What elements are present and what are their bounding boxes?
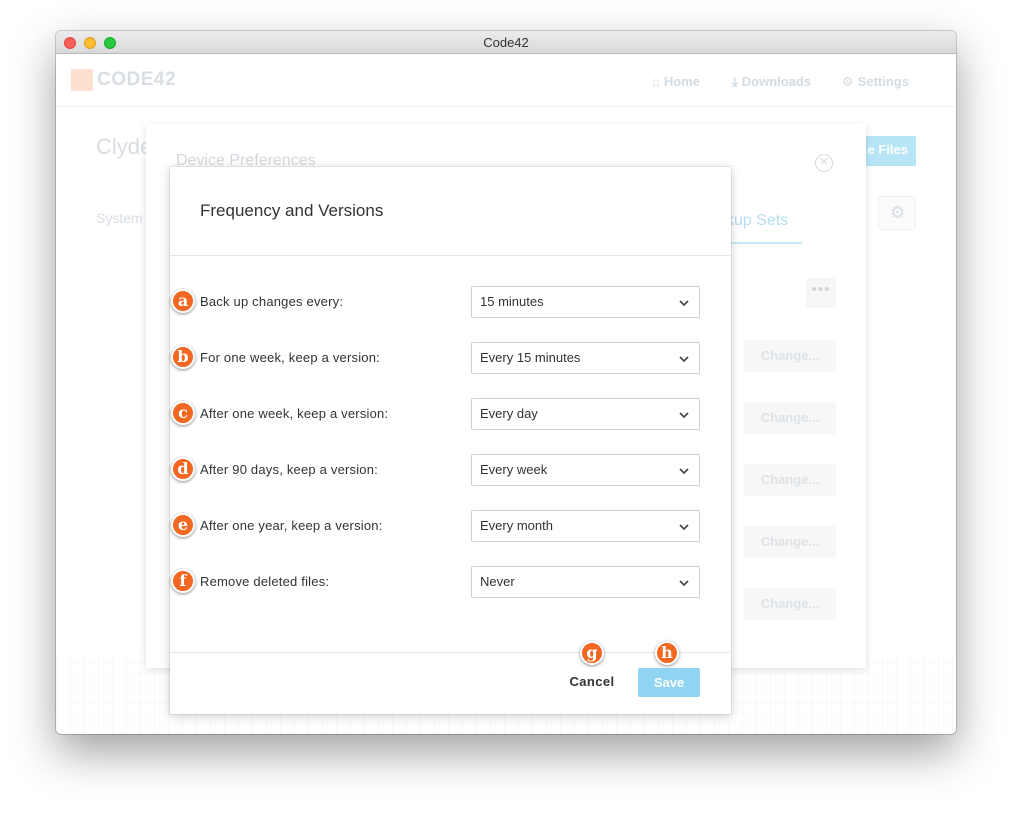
select-value: Every week [480, 462, 548, 477]
dialog-header: Frequency and Versions [170, 167, 731, 256]
more-button[interactable]: ••• [806, 278, 836, 308]
dialog-footer-divider [170, 652, 731, 653]
app-header: CODE42 ⌂ Home ⤓ Downloads ⚙ Settings [56, 54, 956, 107]
nav-home[interactable]: ⌂ Home [652, 74, 700, 89]
change-button[interactable]: Change... [744, 464, 836, 496]
after-one-year-version-select[interactable]: Every month [471, 510, 700, 542]
settings-icon: ⚙ [842, 74, 854, 89]
change-button[interactable]: Change... [744, 340, 836, 372]
home-icon: ⌂ [652, 74, 660, 89]
callout-marker-d: d [171, 457, 195, 481]
after-one-week-version-label: After one week, keep a version: [200, 406, 389, 421]
chevron-down-icon [679, 468, 689, 475]
cancel-button[interactable]: Cancel [562, 672, 622, 692]
device-name: Clyde [96, 134, 153, 159]
download-icon: ⤓ [732, 74, 738, 89]
nav-settings-label: Settings [857, 74, 909, 89]
callout-marker-f: f [171, 569, 195, 593]
one-week-version-select[interactable]: Every 15 minutes [471, 342, 700, 374]
dialog-title: Frequency and Versions [200, 201, 384, 220]
callout-marker-b: b [171, 345, 195, 369]
chevron-down-icon [679, 356, 689, 363]
chevron-down-icon [679, 300, 689, 307]
nav-downloads-label: Downloads [741, 74, 812, 89]
save-button[interactable]: Save [638, 668, 700, 697]
frequency-versions-dialog: Frequency and Versions Back up changes e… [170, 167, 731, 714]
backup-frequency-label: Back up changes every: [200, 294, 344, 309]
one-week-version-label: For one week, keep a version: [200, 350, 380, 365]
callout-marker-a: a [171, 289, 195, 313]
change-button[interactable]: Change... [744, 526, 836, 558]
after-90-days-version-select[interactable]: Every week [471, 454, 700, 486]
files-button[interactable]: e Files [858, 136, 916, 166]
callout-marker-g: g [580, 641, 604, 665]
tab-underline [726, 242, 802, 244]
callout-marker-e: e [171, 513, 195, 537]
change-button[interactable]: Change... [744, 588, 836, 620]
after-one-week-version-select[interactable]: Every day [471, 398, 700, 430]
remove-deleted-files-label: Remove deleted files: [200, 574, 330, 589]
chevron-down-icon [679, 524, 689, 531]
device-settings-button[interactable]: ⚙ [878, 196, 916, 230]
gear-icon: ⚙ [890, 203, 906, 222]
callout-marker-c: c [171, 401, 195, 425]
close-icon[interactable]: ✕ [815, 154, 833, 172]
select-value: 15 minutes [480, 294, 544, 309]
tab-backup-sets[interactable]: kup Sets [726, 212, 788, 230]
tab-system[interactable]: System [96, 210, 143, 226]
select-value: Every 15 minutes [480, 350, 581, 365]
window-title: Code42 [483, 35, 529, 50]
backup-frequency-select[interactable]: 15 minutes [471, 286, 700, 318]
logo-text: CODE42 [97, 69, 177, 90]
chevron-down-icon [679, 580, 689, 587]
chevron-down-icon [679, 412, 689, 419]
select-value: Every day [480, 406, 538, 421]
title-bar: Code42 [56, 31, 956, 54]
callout-marker-h: h [655, 641, 679, 665]
logo-icon [71, 69, 93, 91]
nav-home-label: Home [663, 74, 700, 89]
select-value: Every month [480, 518, 553, 533]
remove-deleted-files-select[interactable]: Never [471, 566, 700, 598]
change-button[interactable]: Change... [744, 402, 836, 434]
after-90-days-version-label: After 90 days, keep a version: [200, 462, 378, 477]
select-value: Never [480, 574, 515, 589]
after-one-year-version-label: After one year, keep a version: [200, 518, 383, 533]
nav-downloads[interactable]: ⤓ Downloads [732, 74, 811, 90]
nav-settings[interactable]: ⚙ Settings [842, 74, 909, 90]
